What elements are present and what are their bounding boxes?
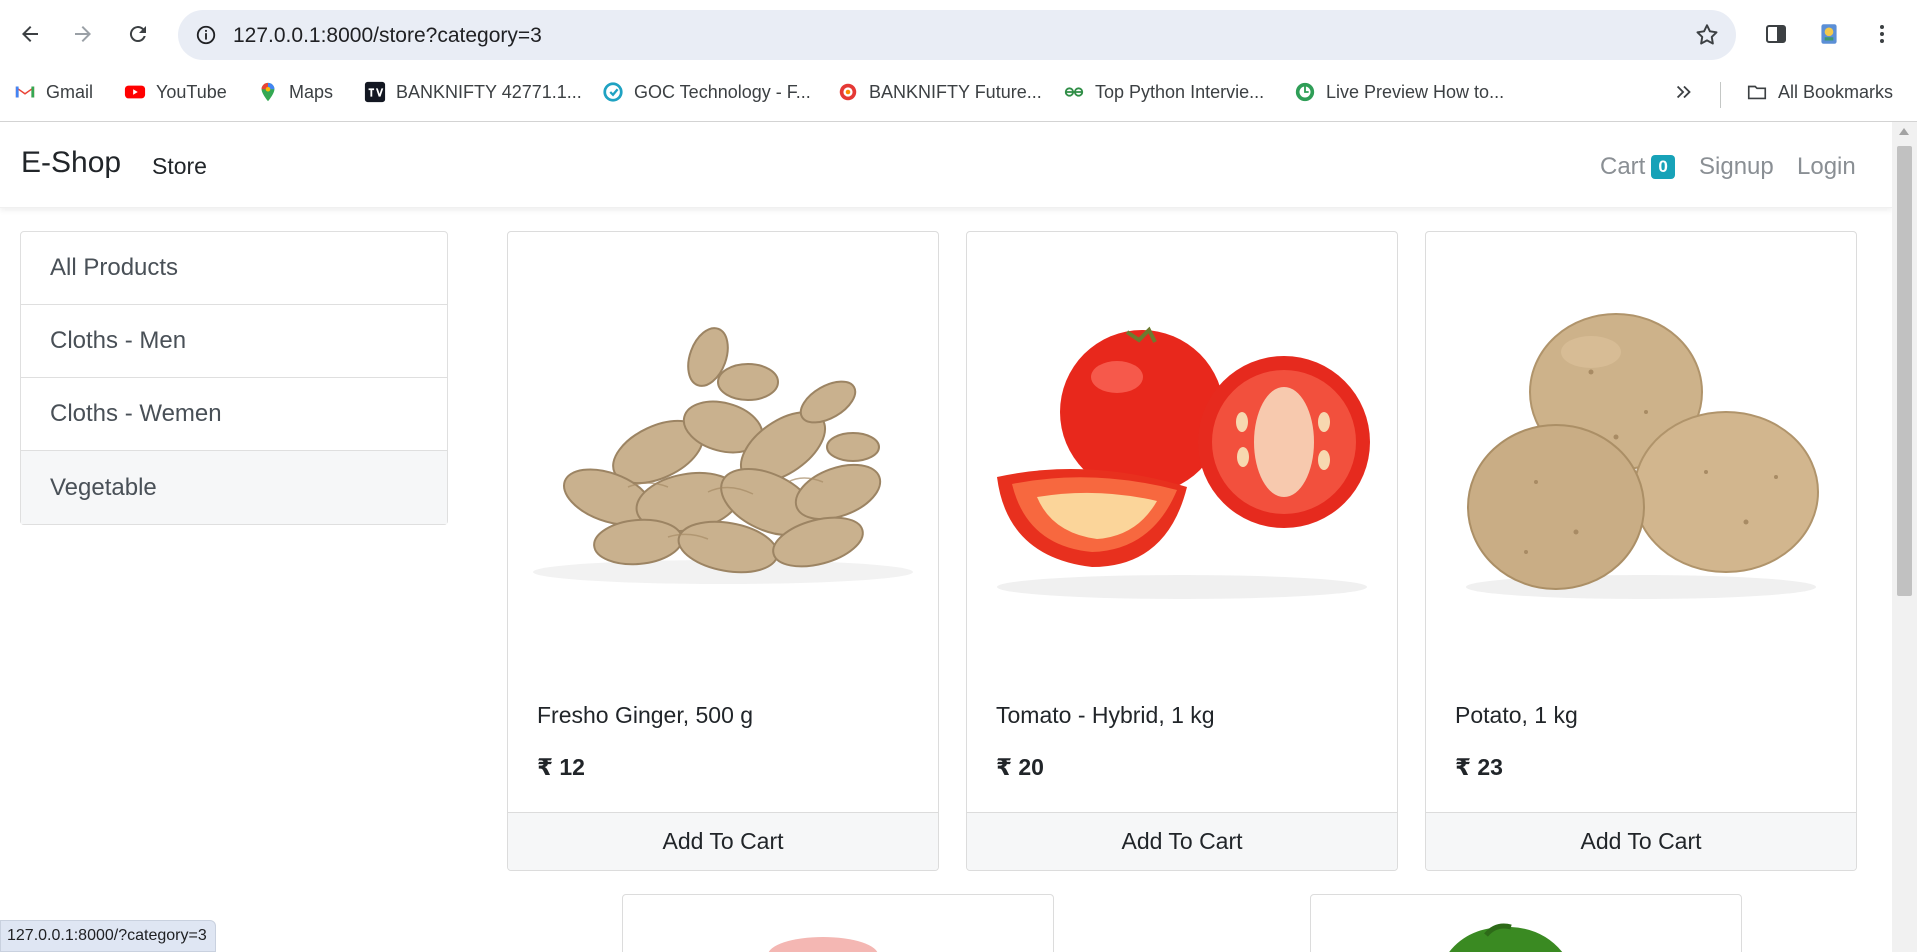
banknifty-icon — [837, 81, 859, 103]
store-page: E-Shop Store Cart 0 Signup Login All Prod… — [0, 122, 1892, 952]
category-all-products[interactable]: All Products — [21, 232, 447, 305]
product-image — [768, 937, 878, 952]
address-bar[interactable]: 127.0.0.1:8000/store?category=3 — [178, 10, 1736, 60]
ginger-image — [533, 327, 913, 584]
back-arrow-icon — [22, 26, 38, 42]
extension-icon — [1821, 24, 1837, 44]
folder-icon — [1746, 81, 1768, 103]
bookmark-gmail[interactable]: Gmail — [14, 78, 93, 106]
potato-image — [1466, 313, 1819, 599]
product-price: ₹ 20 — [996, 754, 1044, 780]
browser-chrome: 127.0.0.1:8000/store?category=3 Gmail Yo… — [0, 0, 1917, 122]
reload-icon — [129, 26, 146, 43]
bookmark-maps[interactable]: Maps — [257, 78, 333, 106]
link-status-bar: 127.0.0.1:8000/?category=3 — [0, 920, 216, 952]
forward-button[interactable] — [63, 14, 103, 54]
cart-link[interactable]: Cart 0 — [1600, 153, 1675, 181]
side-panel-icon — [1766, 25, 1786, 43]
bookmark-label: Gmail — [46, 81, 94, 102]
bookmark-python-interview[interactable]: Top Python Intervie... — [1063, 78, 1264, 106]
product-title[interactable]: Potato, 1 kg — [1455, 702, 1578, 729]
scrollbar-thumb[interactable] — [1897, 146, 1912, 596]
brand-logo[interactable]: E-Shop — [21, 146, 121, 180]
bookmarks-bar: Gmail YouTube Maps BANKNIFTY 42771.1... … — [0, 72, 1917, 110]
scroll-up-arrow-icon[interactable] — [1899, 128, 1909, 135]
goc-icon — [602, 81, 624, 103]
bookmarks-divider — [1720, 82, 1721, 108]
bookmark-label: Top Python Intervie... — [1095, 81, 1265, 102]
kebab-menu-icon — [1880, 25, 1884, 43]
site-info-icon[interactable] — [190, 19, 222, 51]
add-to-cart-button[interactable]: Add To Cart — [967, 812, 1397, 870]
site-navbar: E-Shop Store Cart 0 Signup Login — [0, 122, 1892, 208]
more-bookmarks-button[interactable] — [1673, 78, 1695, 106]
bookmark-star-icon[interactable] — [1694, 22, 1720, 48]
product-card — [622, 894, 1054, 952]
signup-link[interactable]: Signup — [1699, 153, 1774, 181]
maps-icon — [257, 81, 279, 103]
browser-menu-button[interactable] — [1862, 14, 1902, 54]
add-to-cart-button[interactable]: Add To Cart — [1426, 812, 1856, 870]
bookmark-label: Maps — [289, 81, 334, 102]
product-card — [1310, 894, 1742, 952]
bookmark-label: YouTube — [156, 81, 227, 102]
product-card: Fresho Ginger, 500 g ₹ 12 Add To Cart — [507, 231, 939, 871]
livepreview-icon — [1294, 81, 1316, 103]
gfg-icon — [1063, 81, 1085, 103]
bookmark-goc[interactable]: GOC Technology - F... — [602, 78, 811, 106]
product-title[interactable]: Fresho Ginger, 500 g — [537, 702, 753, 729]
product-card: Tomato - Hybrid, 1 kg ₹ 20 Add To Cart — [966, 231, 1398, 871]
cart-label: Cart — [1600, 153, 1646, 180]
all-bookmarks-button[interactable]: All Bookmarks — [1746, 78, 1893, 106]
gmail-icon — [14, 81, 36, 103]
bookmark-label: Live Preview How to... — [1326, 81, 1505, 102]
product-title[interactable]: Tomato - Hybrid, 1 kg — [996, 702, 1215, 729]
cart-count-badge: 0 — [1651, 155, 1675, 179]
login-link[interactable]: Login — [1797, 153, 1856, 181]
product-card: Potato, 1 kg ₹ 23 Add To Cart — [1425, 231, 1857, 871]
product-image — [1449, 923, 1563, 952]
all-bookmarks-label: All Bookmarks — [1778, 81, 1894, 102]
bookmark-label: GOC Technology - F... — [634, 81, 811, 102]
bookmark-label: BANKNIFTY 42771.1... — [396, 81, 582, 102]
back-button[interactable] — [10, 14, 50, 54]
bookmark-label: BANKNIFTY Future... — [869, 81, 1042, 102]
reload-button[interactable] — [118, 14, 158, 54]
nav-store-link[interactable]: Store — [152, 153, 207, 180]
bookmark-live-preview[interactable]: Live Preview How to... — [1294, 78, 1504, 106]
tradingview-icon — [364, 81, 386, 103]
side-panel-button[interactable] — [1756, 14, 1796, 54]
extension-button[interactable] — [1809, 14, 1849, 54]
url-text[interactable]: 127.0.0.1:8000/store?category=3 — [233, 24, 542, 48]
double-chevron-icon — [1676, 85, 1691, 99]
bookmark-youtube[interactable]: YouTube — [124, 78, 227, 106]
youtube-icon — [124, 81, 146, 103]
add-to-cart-button[interactable]: Add To Cart — [508, 812, 938, 870]
page-scrollbar[interactable] — [1892, 122, 1917, 952]
forward-arrow-icon — [75, 26, 91, 42]
bookmark-banknifty-tv[interactable]: BANKNIFTY 42771.1... — [364, 78, 582, 106]
category-cloths-wemen[interactable]: Cloths - Wemen — [21, 378, 447, 451]
product-price: ₹ 12 — [537, 754, 585, 780]
bookmark-banknifty-future[interactable]: BANKNIFTY Future... — [837, 78, 1042, 106]
tomato-image — [997, 326, 1370, 599]
category-vegetable[interactable]: Vegetable — [21, 451, 447, 524]
product-price: ₹ 23 — [1455, 754, 1503, 780]
category-list: All Products Cloths - Men Cloths - Wemen… — [20, 231, 448, 525]
category-cloths-men[interactable]: Cloths - Men — [21, 305, 447, 378]
